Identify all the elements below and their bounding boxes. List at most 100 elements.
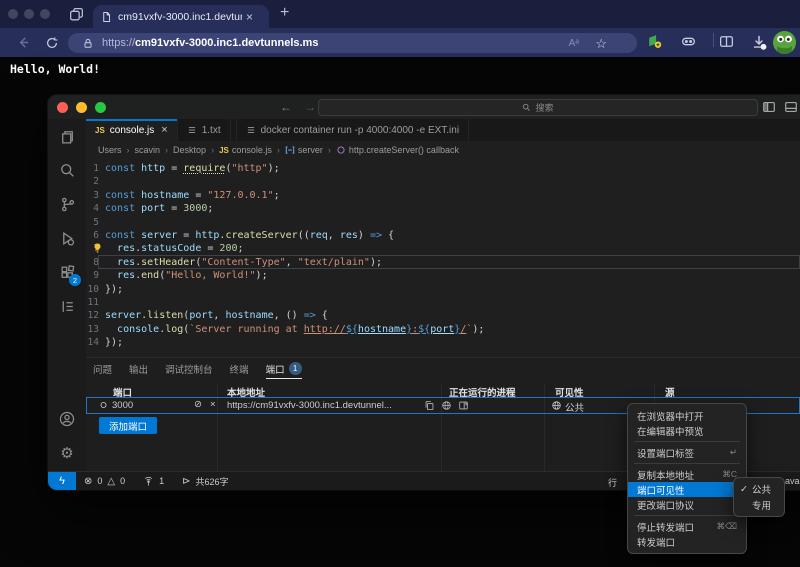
code-token: 3000 xyxy=(183,203,208,215)
copilot-goggles-icon[interactable] xyxy=(680,33,697,50)
editor-tab-1[interactable]: 1.txt xyxy=(177,119,231,141)
refresh-icon[interactable] xyxy=(45,36,59,50)
breadcrumb-item[interactable]: Users xyxy=(98,145,122,155)
editor-tab-0[interactable]: JS console.js × xyxy=(86,119,178,141)
code-token: = xyxy=(165,203,184,215)
code-line: 10}); xyxy=(86,283,800,296)
lightbulb-icon[interactable] xyxy=(92,242,103,254)
panel-tab-2[interactable]: 调试控制台 xyxy=(165,362,213,378)
layout-sidebar-icon[interactable] xyxy=(762,100,776,114)
code-token: }); xyxy=(105,337,124,349)
code-token: hostname xyxy=(357,323,407,335)
menu-item[interactable]: 停止转发端口 ⌘⌫ xyxy=(628,519,746,534)
profile-avatar[interactable] xyxy=(773,31,796,54)
breadcrumb-item[interactable]: Desktop xyxy=(173,145,206,155)
breadcrumb-item[interactable]: http.createServer() callback xyxy=(349,145,459,155)
copy-address-icon[interactable] xyxy=(424,400,435,411)
extensions-icon[interactable]: 2 xyxy=(48,255,86,289)
word-count[interactable]: 共626字 xyxy=(196,475,229,488)
tab-label: console.js xyxy=(109,124,155,136)
vscode-window-controls[interactable] xyxy=(57,102,106,113)
warnings-count[interactable]: 0 xyxy=(120,476,125,486)
breadcrumb-item[interactable]: server xyxy=(298,145,323,155)
line-content: }); xyxy=(105,336,123,349)
accounts-icon[interactable] xyxy=(48,402,86,436)
panel-tab-3[interactable]: 终端 xyxy=(230,362,249,378)
errors-count[interactable]: 0 xyxy=(97,476,102,486)
menu-item[interactable]: 端口可见性› xyxy=(628,482,746,497)
add-port-button[interactable]: 添加端口 xyxy=(99,417,158,434)
close-port-icon[interactable]: × xyxy=(210,399,216,410)
explorer-files-icon[interactable] xyxy=(48,119,86,153)
menu-item[interactable]: 更改端口协议› xyxy=(628,497,746,512)
history-nav[interactable]: ← → xyxy=(280,100,316,114)
code-token: res xyxy=(117,270,136,282)
menu-item-label: 在编辑器中预览 xyxy=(637,426,704,438)
search-sidebar-icon[interactable] xyxy=(48,153,86,187)
code-editor[interactable]: 1 const http = require("http"); 2 3 const ho… xyxy=(86,159,800,357)
cursor-position-fragment[interactable]: 行 xyxy=(608,476,617,489)
ports-radio-tower-icon[interactable] xyxy=(143,476,154,487)
split-screen-icon[interactable] xyxy=(718,33,735,50)
menu-item[interactable]: 复制本地地址 ⌘C xyxy=(628,467,746,482)
check-icon: ✓ xyxy=(740,483,748,495)
language-mode-fragment[interactable]: ava xyxy=(785,476,800,486)
editor-tab-2[interactable]: docker container run -p 4000:4000 -e EXT… xyxy=(235,119,470,141)
list-tree-icon[interactable] xyxy=(48,289,86,323)
preview-in-editor-icon[interactable] xyxy=(458,400,469,411)
panel-tab-0[interactable]: 问题 xyxy=(93,362,112,378)
favorite-star-icon[interactable]: ☆ xyxy=(595,37,607,50)
menu-item[interactable]: 在编辑器中预览 xyxy=(628,423,746,438)
code-token: const xyxy=(105,163,142,174)
breadcrumb-item[interactable]: console.js xyxy=(232,145,272,155)
menu-item[interactable]: 在浏览器中打开 xyxy=(628,408,746,423)
code-token: ${ xyxy=(418,323,431,335)
source-control-icon[interactable] xyxy=(48,187,86,221)
tab-close-icon[interactable]: × xyxy=(246,10,253,24)
layout-panel-icon[interactable] xyxy=(784,100,798,114)
code-token: console xyxy=(117,323,160,335)
warnings-icon[interactable]: △ xyxy=(107,476,115,487)
menu-item-label: 更改端口协议 xyxy=(637,500,695,512)
workspaces-icon[interactable] xyxy=(68,6,85,23)
code-token: "text/plain" xyxy=(297,256,370,268)
command-center-search[interactable]: 搜索 xyxy=(318,99,758,116)
browser-titlebar: cm91vxfv-3000.inc1.devtunnel × + xyxy=(0,0,800,28)
code-token: `Server running at xyxy=(189,323,304,335)
remote-tunnel-indicator[interactable]: ϟ xyxy=(48,472,76,490)
downloads-icon[interactable] xyxy=(750,33,768,51)
settings-gear-icon[interactable]: ⚙ xyxy=(48,436,86,470)
menu-item[interactable]: 设置端口标签 ↵ xyxy=(628,445,746,460)
line-content: server.listen(port, hostname, () => { xyxy=(105,309,328,322)
menu-item[interactable]: 转发端口 xyxy=(628,534,746,549)
code-line: 4 const port = 3000; xyxy=(86,202,800,215)
read-aloud-icon[interactable]: Aᵃ xyxy=(569,38,579,49)
port-circle-icon xyxy=(99,400,108,410)
forwarded-ports-count[interactable]: 1 xyxy=(159,476,164,486)
extension-icon-green[interactable] xyxy=(646,33,663,50)
window-controls[interactable] xyxy=(8,9,50,19)
new-tab-button[interactable]: + xyxy=(280,4,289,22)
submenu-item[interactable]: 专用 xyxy=(734,497,784,513)
back-icon[interactable] xyxy=(16,35,31,50)
errors-icon[interactable]: ⊗ xyxy=(84,476,92,487)
open-in-browser-globe-icon[interactable] xyxy=(441,400,452,411)
line-content: const hostname = "127.0.0.1"; xyxy=(105,189,280,202)
breadcrumb-item[interactable]: scavin xyxy=(135,145,161,155)
panel-tab-4[interactable]: 端口 1 xyxy=(265,362,302,379)
run-debug-icon[interactable] xyxy=(48,221,86,255)
word-count-icon: ⊳ xyxy=(182,475,191,487)
url-bar[interactable]: https://cm91vxfv-3000.inc1.devtunnels.ms… xyxy=(68,33,637,53)
browser-tab[interactable]: cm91vxfv-3000.inc1.devtunnel × xyxy=(93,5,269,28)
port-local-address[interactable]: https://cm91vxfv-3000.inc1.devtunnel... xyxy=(227,400,392,411)
code-line: 6 const server = http.createServer((req, … xyxy=(86,229,800,242)
code-token: ${ xyxy=(345,323,358,335)
tab-close-icon[interactable]: × xyxy=(161,124,167,136)
menu-item-label: 在浏览器中打开 xyxy=(637,411,704,423)
stop-port-icon[interactable]: ⊘ xyxy=(194,399,202,410)
breadcrumb-separator: › xyxy=(165,145,169,155)
panel-tab-1[interactable]: 输出 xyxy=(129,362,148,378)
submenu-item[interactable]: ✓ 公共 xyxy=(734,481,784,497)
